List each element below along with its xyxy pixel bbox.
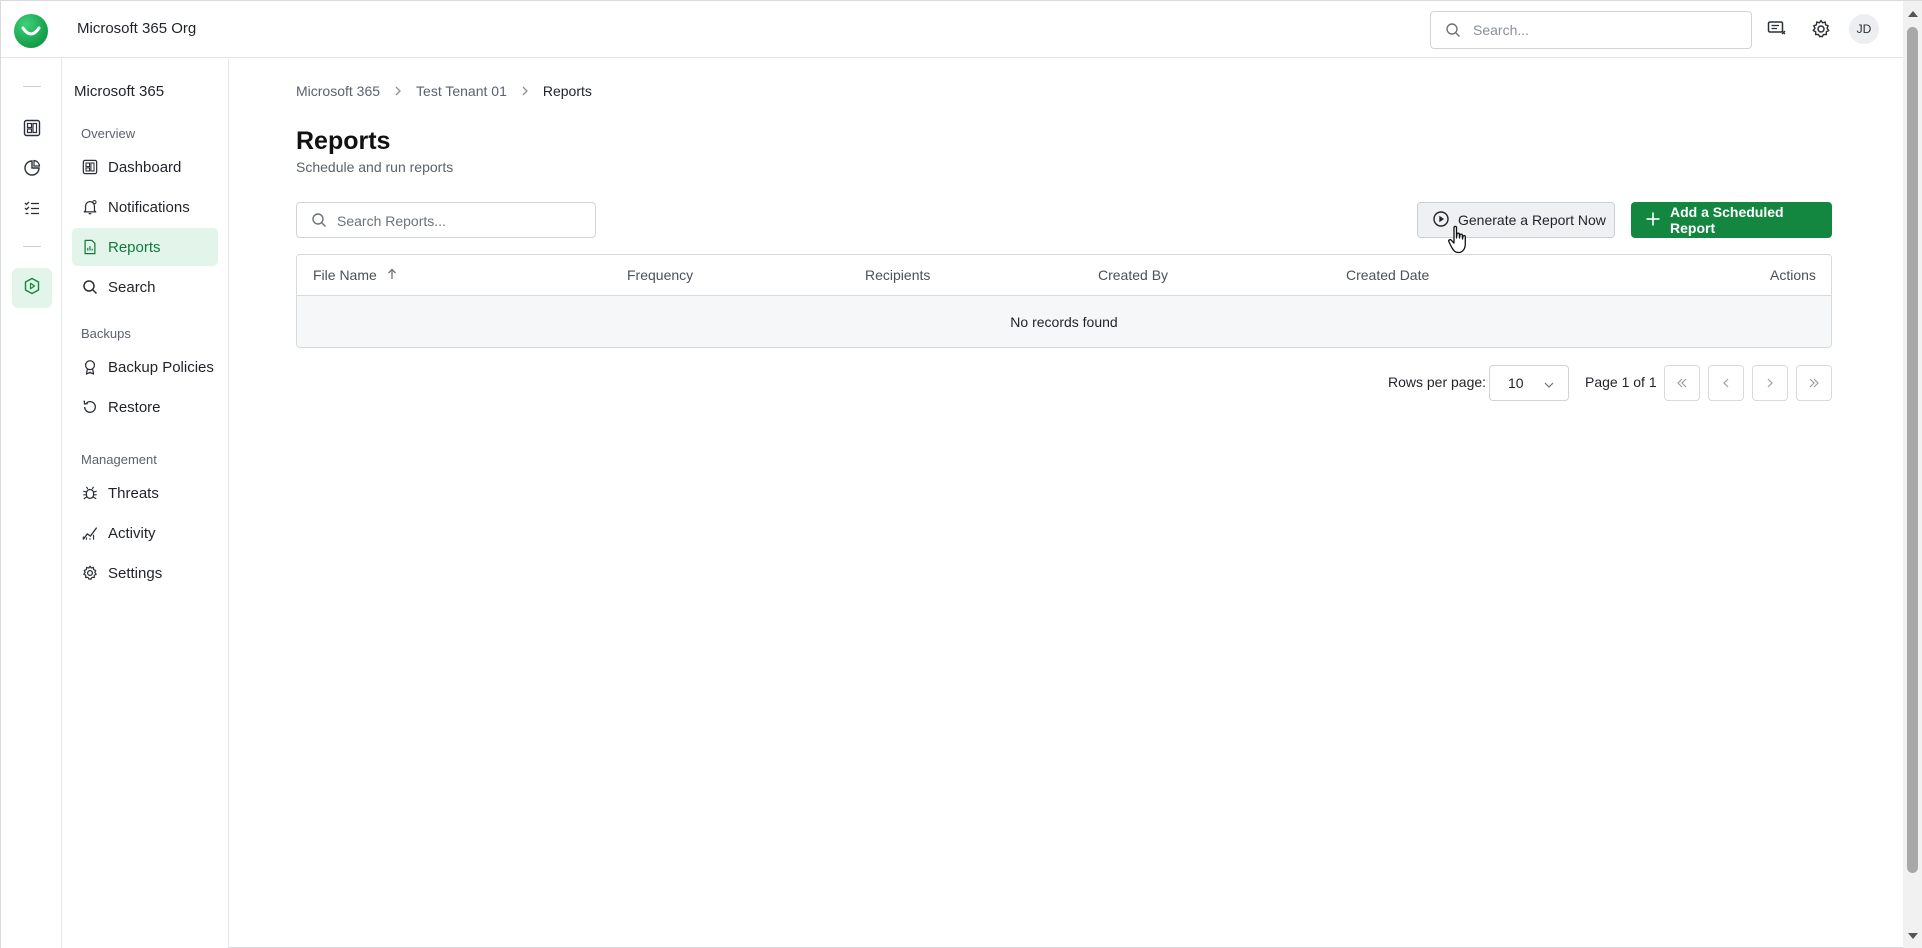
column-header-created-date[interactable]: Created Date [1346,267,1429,283]
chevron-right-icon [394,84,402,99]
gear-icon[interactable] [1809,17,1833,41]
dashboard-icon[interactable] [20,116,44,140]
hand-cursor-icon [1447,225,1471,259]
rail-divider [23,246,41,247]
badge-icon [81,358,99,376]
scroll-up-arrow-icon[interactable] [1908,11,1918,17]
add-scheduled-report-button[interactable]: Add a Scheduled Report [1631,202,1832,238]
sidebar-item-label: Backup Policies [108,358,214,376]
column-header-recipients[interactable]: Recipients [865,267,930,283]
chevron-right-icon [1766,375,1774,392]
double-chevron-right-icon [1808,375,1820,392]
messages-icon[interactable] [1765,17,1789,41]
column-header-file-name[interactable]: File Name [313,267,397,283]
table-empty-state: No records found [297,296,1831,347]
last-page-button[interactable] [1796,365,1832,401]
sidebar-item-search[interactable]: Search [72,268,218,306]
sidebar-item-label: Reports [108,238,161,256]
rows-per-page-select[interactable]: 10 [1489,365,1569,401]
app-window: Microsoft 365 Org JD [0,0,1922,948]
sidebar-item-label: Activity [108,524,156,542]
brand-logo-icon[interactable] [14,14,48,48]
restore-icon [81,398,99,416]
chevron-left-icon [1722,375,1730,392]
report-icon [81,238,99,256]
sidebar-item-notifications[interactable]: Notifications [72,188,218,226]
shield-play-icon [23,277,41,299]
table-header: File Name Frequency Recipients Created B… [297,255,1831,296]
sort-ascending-icon[interactable] [387,267,397,283]
reports-search-input[interactable] [337,211,577,231]
empty-message: No records found [1010,314,1118,330]
sidebar-item-threats[interactable]: Threats [72,474,218,512]
user-avatar[interactable]: JD [1849,14,1879,44]
first-page-button[interactable] [1664,365,1700,401]
gear-icon [81,564,99,582]
global-search[interactable] [1430,11,1752,49]
page-subtitle: Schedule and run reports [296,159,454,175]
icon-rail [1,58,62,948]
breadcrumb-item[interactable]: Microsoft 365 [296,83,380,99]
org-name: Microsoft 365 Org [77,20,197,37]
sidebar-item-label: Threats [108,484,159,502]
global-search-input[interactable] [1473,20,1733,40]
dashboard-icon [81,158,99,176]
scrollbar-thumb[interactable] [1907,27,1918,873]
top-bar: Microsoft 365 Org JD [1,1,1903,58]
rows-per-page-label: Rows per page: [1388,374,1487,390]
vertical-scrollbar[interactable] [1903,1,1922,948]
sidebar-title: Microsoft 365 [74,83,165,100]
breadcrumb-current: Reports [542,83,592,99]
column-header-actions: Actions [1770,267,1816,283]
task-list-icon[interactable] [20,196,44,220]
sidebar-item-label: Settings [108,564,163,582]
chevron-right-icon [521,84,529,99]
rows-per-page-value: 10 [1508,375,1524,391]
reports-table: File Name Frequency Recipients Created B… [296,254,1832,348]
sidebar-item-label: Dashboard [108,158,182,176]
search-icon [1445,22,1461,42]
sidebar-item-restore[interactable]: Restore [72,388,218,426]
breadcrumb-item[interactable]: Test Tenant 01 [416,83,507,99]
chevron-down-icon [1544,375,1554,391]
add-scheduled-report-label: Add a Scheduled Report [1670,204,1784,236]
sidebar-item-label: Restore [108,398,161,416]
column-header-label: File Name [313,267,377,283]
sidebar-item-reports[interactable]: Reports [72,228,218,266]
page-info: Page 1 of 1 [1585,374,1657,390]
sidebar-item-backup-policies[interactable]: Backup Policies [72,348,218,386]
page-title: Reports [296,127,391,155]
rail-item-active[interactable] [12,268,52,308]
column-header-frequency[interactable]: Frequency [627,267,693,283]
plus-icon [1645,211,1661,230]
sidebar: Microsoft 365 Overview Dashboard Notific… [62,58,229,948]
rail-divider [23,86,41,87]
column-header-created-by[interactable]: Created By [1098,267,1168,283]
bell-icon [81,198,99,216]
activity-icon [81,524,99,542]
generate-report-label: Generate a Report Now [1458,212,1606,228]
sidebar-item-dashboard[interactable]: Dashboard [72,148,218,186]
search-icon [81,278,99,296]
sidebar-item-settings[interactable]: Settings [72,554,218,592]
sidebar-section-management: Management [81,452,157,467]
reports-search[interactable] [296,202,596,238]
bug-icon [81,484,99,502]
chart-icon[interactable] [20,156,44,180]
previous-page-button[interactable] [1708,365,1744,401]
double-chevron-left-icon [1676,375,1688,392]
sidebar-section-backups: Backups [81,326,131,341]
search-icon [311,212,327,232]
next-page-button[interactable] [1752,365,1788,401]
scroll-down-arrow-icon[interactable] [1908,933,1918,939]
sidebar-item-activity[interactable]: Activity [72,514,218,552]
sidebar-item-label: Search [108,278,156,296]
sidebar-item-label: Notifications [108,198,190,216]
sidebar-section-overview: Overview [81,126,136,141]
breadcrumb: Microsoft 365 Test Tenant 01 Reports [296,83,592,99]
